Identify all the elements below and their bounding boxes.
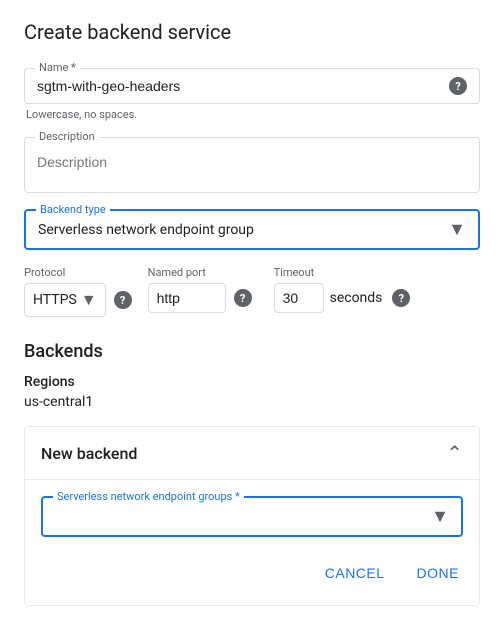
timeout-help-icon[interactable]: ? xyxy=(392,289,410,307)
new-backend-card: New backend ⌃ Serverless network endpoin… xyxy=(24,426,480,606)
name-help-icon[interactable]: ? xyxy=(449,77,467,95)
protocol-field: Protocol HTTPS ▼ ? xyxy=(24,266,132,317)
timeout-input[interactable] xyxy=(274,283,324,313)
row-fields: Protocol HTTPS ▼ ? Named port ? Timeout xyxy=(24,266,480,317)
expand-icon[interactable]: ⌃ xyxy=(446,441,463,465)
new-backend-body: Serverless network endpoint groups * ▼ C… xyxy=(25,479,479,605)
name-field: Name * ? Lowercase, no spaces. xyxy=(24,68,480,121)
neg-select-row[interactable]: ▼ xyxy=(55,506,449,527)
protocol-help-icon[interactable]: ? xyxy=(114,291,132,309)
description-wrapper: Description xyxy=(24,137,480,193)
regions-label: Regions xyxy=(24,374,480,390)
named-port-field: Named port ? xyxy=(148,266,258,313)
backend-type-select-row[interactable]: Serverless network endpoint group ▼ xyxy=(38,219,466,240)
protocol-label: Protocol xyxy=(24,266,132,279)
named-port-help-icon[interactable]: ? xyxy=(234,289,252,307)
named-port-label: Named port xyxy=(148,266,258,279)
page-container: Create backend service Name * ? Lowercas… xyxy=(0,0,504,626)
protocol-value: HTTPS xyxy=(33,292,77,308)
seconds-label: seconds xyxy=(330,290,383,306)
name-input-wrapper: Name * ? xyxy=(24,68,480,104)
cancel-button[interactable]: CANCEL xyxy=(321,557,389,589)
timeout-row: seconds ? xyxy=(274,283,411,313)
named-port-input-wrapper xyxy=(148,283,226,313)
timeout-field: Timeout seconds ? xyxy=(274,266,411,313)
protocol-select[interactable]: HTTPS ▼ xyxy=(24,283,106,317)
neg-field-wrapper: Serverless network endpoint groups * ▼ xyxy=(41,496,463,537)
description-label: Description xyxy=(35,130,99,143)
new-backend-title: New backend xyxy=(41,444,137,463)
backend-type-value: Serverless network endpoint group xyxy=(38,222,254,238)
backend-type-label: Backend type xyxy=(36,203,110,216)
backends-section: Backends Regions us-central1 xyxy=(24,341,480,410)
backend-type-wrapper: Backend type Serverless network endpoint… xyxy=(24,209,480,250)
description-field: Description xyxy=(24,137,480,193)
timeout-label: Timeout xyxy=(274,266,411,279)
neg-chevron-icon[interactable]: ▼ xyxy=(431,506,449,527)
neg-label: Serverless network endpoint groups * xyxy=(53,490,244,503)
action-row: CANCEL DONE xyxy=(41,553,463,589)
new-backend-header[interactable]: New backend ⌃ xyxy=(25,427,479,479)
name-hint: Lowercase, no spaces. xyxy=(24,108,480,121)
description-input[interactable] xyxy=(37,146,467,170)
protocol-chevron-icon[interactable]: ▼ xyxy=(81,290,97,310)
regions-value: us-central1 xyxy=(24,394,480,410)
done-button[interactable]: DONE xyxy=(413,557,463,589)
name-input[interactable] xyxy=(37,78,445,94)
name-label: Name * xyxy=(35,61,80,74)
named-port-input[interactable] xyxy=(157,290,217,306)
backend-type-chevron-icon[interactable]: ▼ xyxy=(448,219,466,240)
page-title: Create backend service xyxy=(24,20,480,44)
backends-title: Backends xyxy=(24,341,480,362)
